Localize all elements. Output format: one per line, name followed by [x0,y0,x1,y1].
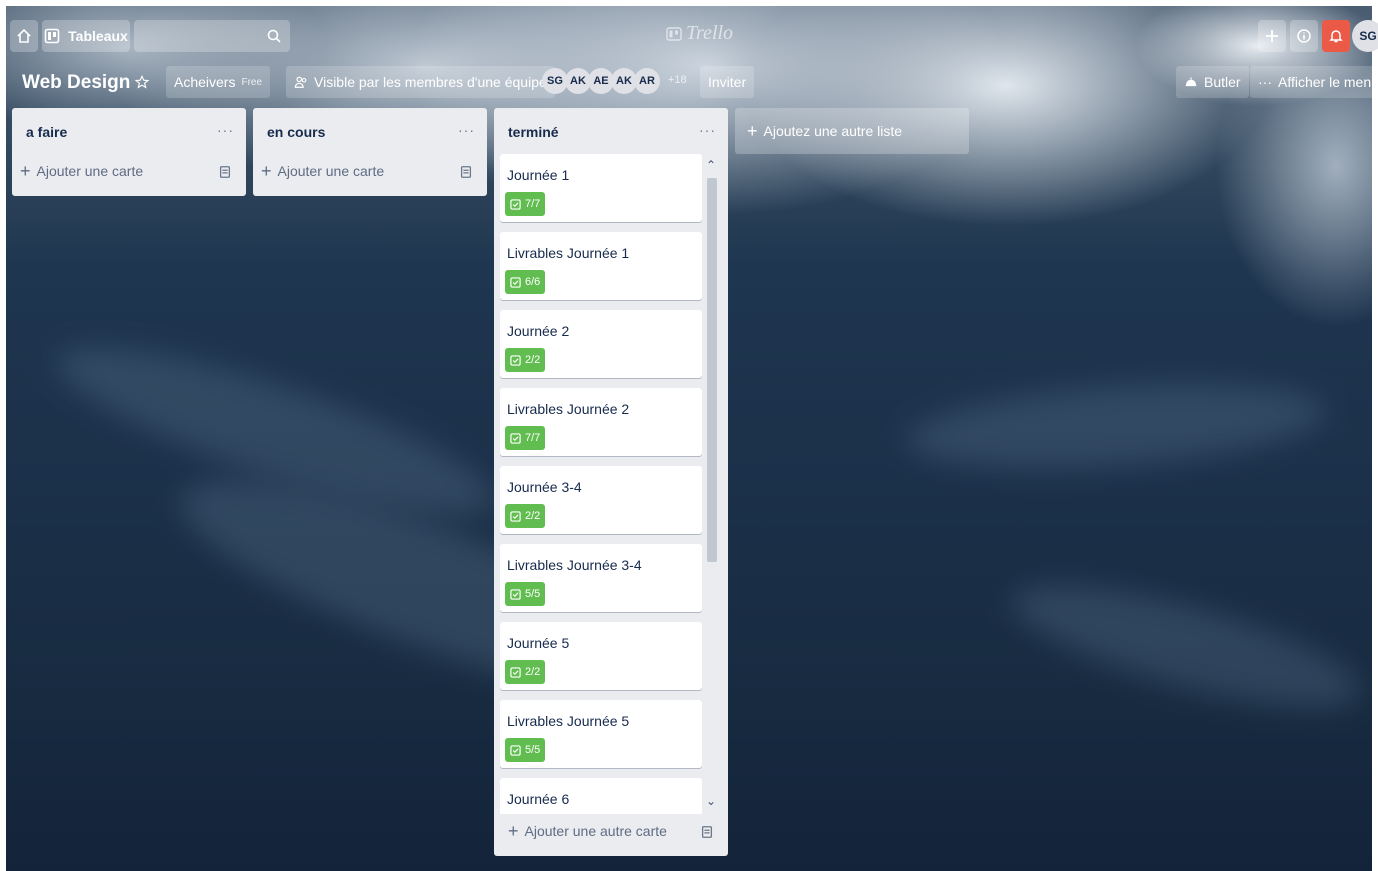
search-input[interactable] [134,20,290,52]
board-icon [44,28,60,44]
card[interactable]: Journée 5 2/2 [500,622,702,690]
card[interactable]: Livrables Journée 5 5/5 [500,700,702,768]
cards-container: Journée 1 7/7 Livrables Journée 1 6/6 Jo… [500,152,702,814]
info-button[interactable] [1290,20,1318,52]
visibility-label: Visible par les membres d'une équipe [314,74,547,90]
notifications-button[interactable] [1322,20,1350,52]
list-menu-button[interactable]: ··· [458,122,475,138]
more-icon: ··· [1258,74,1272,90]
card-title: Journée 5 [507,635,570,651]
add-card-button[interactable]: + Ajouter une carte [261,162,384,180]
bell-icon [1329,30,1343,43]
card[interactable]: Journée 6 [500,778,702,814]
card-title: Journée 6 [507,791,570,807]
add-card-button[interactable]: + Ajouter une autre carte [508,822,667,840]
card[interactable]: Livrables Journée 3-4 5/5 [500,544,702,612]
list-title[interactable]: en cours [267,124,325,140]
show-menu-button[interactable]: ··· Afficher le menu [1250,66,1378,98]
card-template-icon[interactable] [700,825,714,839]
plus-icon: + [261,161,272,181]
card[interactable]: Journée 1 7/7 [500,154,702,222]
cards-scrollbar[interactable]: ⌃ ⌄ [702,152,722,814]
checklist-badge: 2/2 [505,504,546,528]
card[interactable]: Journée 2 2/2 [500,310,702,378]
checklist-icon [510,276,521,288]
butler-icon [1185,77,1197,87]
team-name: Acheivers [174,74,236,90]
create-button[interactable] [1258,20,1286,52]
trello-logo[interactable]: Trello [666,22,733,45]
home-icon [17,28,31,43]
checklist-icon [510,666,521,678]
home-button[interactable] [10,20,38,52]
scroll-up-icon[interactable]: ⌃ [706,158,716,172]
checklist-badge: 5/5 [505,738,546,762]
list-menu-button[interactable]: ··· [217,122,234,138]
card-title: Livrables Journée 3-4 [507,557,642,573]
boards-label: Tableaux [68,28,128,44]
team-button[interactable]: Acheivers Free [166,66,271,98]
plus-icon: + [508,821,519,841]
card-title: Journée 2 [507,323,570,339]
card[interactable]: Livrables Journée 2 7/7 [500,388,702,456]
checklist-icon [510,510,521,522]
list-title[interactable]: a faire [26,124,67,140]
list-a-faire[interactable]: a faire ··· + Ajouter une carte [12,108,246,196]
card-title: Journée 1 [507,167,570,183]
checklist-badge: 2/2 [505,348,546,372]
card-title: Livrables Journée 1 [507,245,630,261]
member-avatar[interactable]: AR [634,68,660,94]
card[interactable]: Livrables Journée 1 6/6 [500,232,702,300]
checklist-icon [510,744,521,756]
card[interactable]: Journée 3-4 2/2 [500,466,702,534]
checklist-badge: 7/7 [505,426,546,450]
plus-icon: + [20,161,31,181]
add-list-button[interactable]: + Ajoutez une autre liste [735,108,969,154]
checklist-badge: 7/7 [505,192,546,216]
board-header: Web Design Acheivers Free Visible par le… [6,62,1378,102]
card-template-icon[interactable] [218,165,232,179]
checklist-badge: 5/5 [505,582,546,606]
star-button[interactable] [130,70,154,94]
checklist-icon [510,588,521,600]
plus-icon [1266,30,1278,42]
checklist-badge: 2/2 [505,660,546,684]
butler-button[interactable]: Butler [1176,66,1249,98]
trello-logo-icon [666,26,682,41]
team-plan: Free [241,76,263,88]
info-icon [1297,29,1311,43]
boards-button[interactable]: Tableaux [42,20,130,52]
invite-button[interactable]: Inviter [700,66,755,98]
user-avatar[interactable]: SG [1352,20,1378,52]
card-title: Journée 3-4 [507,479,582,495]
list-termine[interactable]: terminé ··· Journée 1 7/7 Livrables Jour… [494,108,728,856]
top-bar: Tableaux Trello SG [6,6,1378,56]
checklist-icon [510,354,521,366]
plus-icon: + [747,120,758,141]
scroll-down-icon[interactable]: ⌄ [706,794,716,808]
team-visibility-icon [294,76,307,88]
search-icon [267,29,281,43]
star-icon [135,75,149,89]
checklist-icon [510,198,521,210]
members-more-count[interactable]: +18 [668,74,687,86]
list-title[interactable]: terminé [508,124,559,140]
board-title[interactable]: Web Design [22,72,130,94]
visibility-button[interactable]: Visible par les membres d'une équipe [286,66,555,98]
checklist-icon [510,432,521,444]
checklist-badge: 6/6 [505,270,546,294]
scrollbar-thumb[interactable] [707,178,717,562]
list-menu-button[interactable]: ··· [699,122,716,138]
card-title: Livrables Journée 5 [507,713,630,729]
card-template-icon[interactable] [459,165,473,179]
add-card-button[interactable]: + Ajouter une carte [20,162,143,180]
card-title: Livrables Journée 2 [507,401,630,417]
list-en-cours[interactable]: en cours ··· + Ajouter une carte [253,108,487,196]
